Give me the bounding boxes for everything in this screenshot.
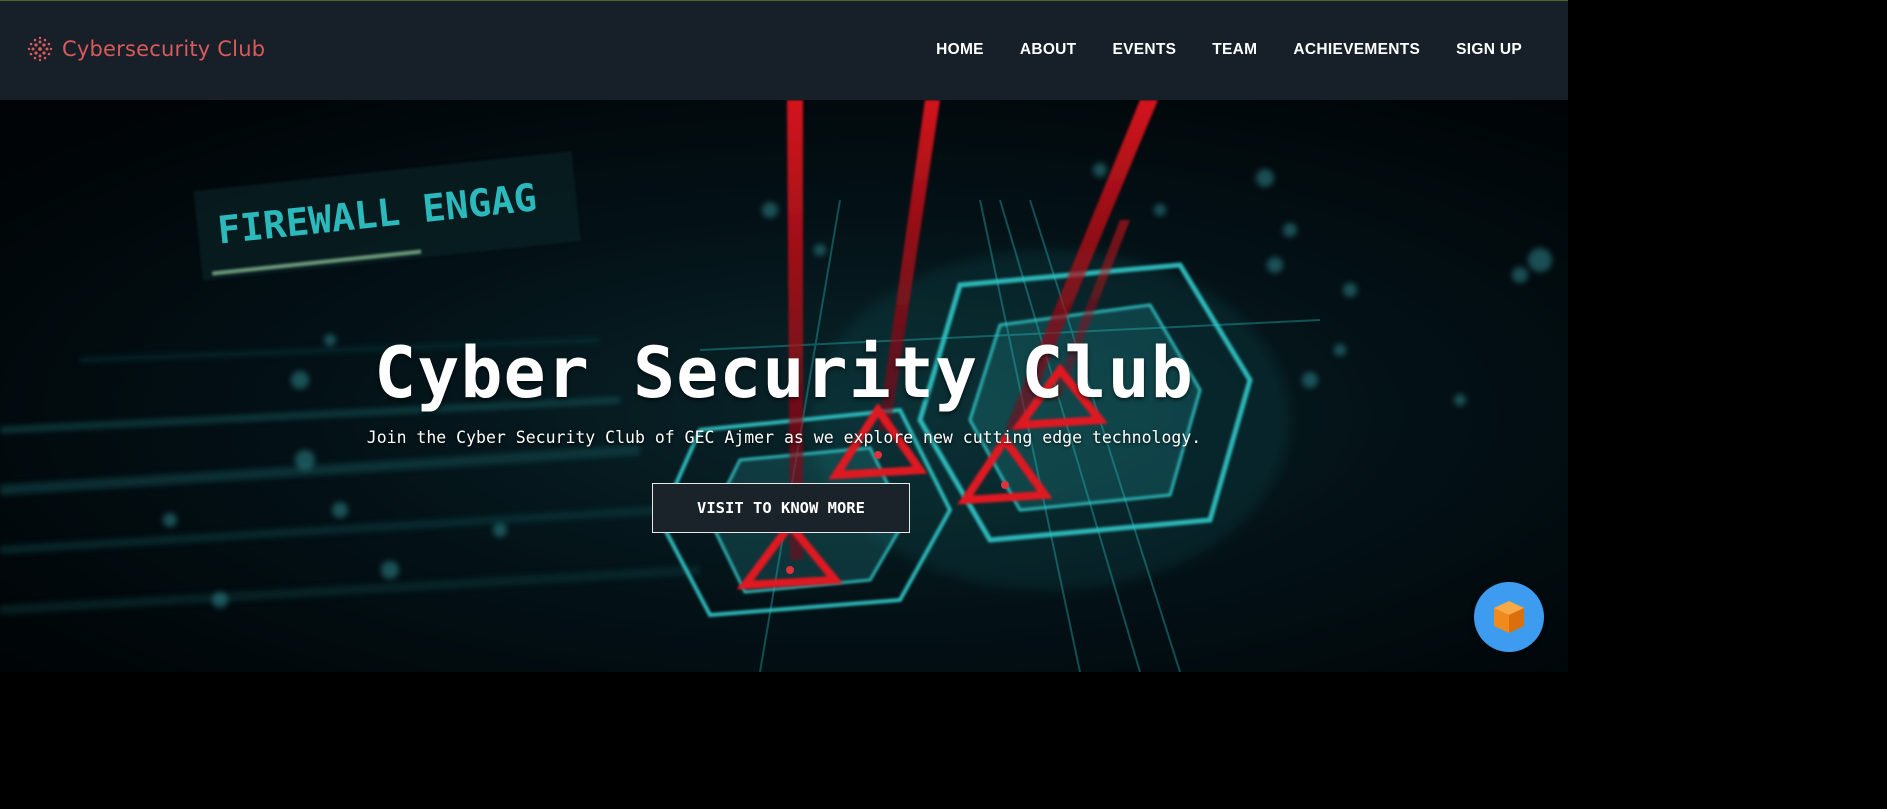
chat-widget-button[interactable] xyxy=(1474,582,1544,652)
brand-name: Cybersecurity Club xyxy=(62,37,266,61)
hero-title: Cyber Security Club xyxy=(374,332,1194,414)
hero-section: FIREWALL ENGAG Cyber Security Club Join … xyxy=(0,100,1568,672)
nav-home[interactable]: HOME xyxy=(936,41,984,59)
main-nav: HOME ABOUT EVENTS TEAM ACHIEVEMENTS SIGN… xyxy=(936,41,1522,59)
top-navbar: Cybersecurity Club HOME ABOUT EVENTS TEA… xyxy=(0,0,1568,100)
nav-sign-up[interactable]: SIGN UP xyxy=(1456,41,1522,59)
nav-events[interactable]: EVENTS xyxy=(1112,41,1176,59)
hero-subtitle: Join the Cyber Security Club of GEC Ajme… xyxy=(366,428,1202,447)
brand-logo-link[interactable]: Cybersecurity Club xyxy=(26,35,265,63)
page: Cybersecurity Club HOME ABOUT EVENTS TEA… xyxy=(0,0,1568,672)
dotted-grid-logo-icon xyxy=(27,36,53,62)
nav-achievements[interactable]: ACHIEVEMENTS xyxy=(1293,41,1420,59)
visit-to-know-more-button[interactable]: VISIT TO KNOW MORE xyxy=(652,483,910,533)
cube-icon xyxy=(1494,601,1524,633)
nav-about[interactable]: ABOUT xyxy=(1020,41,1077,59)
nav-team[interactable]: TEAM xyxy=(1212,41,1257,59)
